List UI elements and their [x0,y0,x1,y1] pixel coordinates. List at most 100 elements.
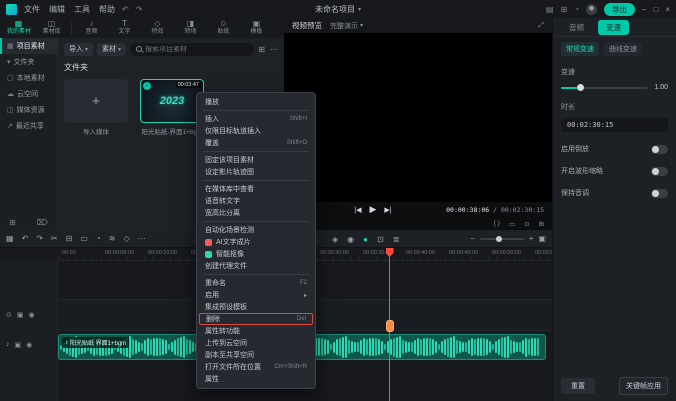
undo-icon[interactable]: ↶ [122,5,129,14]
previous-frame-button[interactable]: |◀ [354,206,361,214]
context-menu-item-AI文字成片[interactable]: AI文字成片 [197,236,315,248]
context-menu-item-播放[interactable]: 播放 [197,96,315,108]
trash-icon[interactable]: ⊟ [66,234,73,243]
grid-view-icon[interactable]: ⊞ [258,45,265,54]
import-tile-box[interactable]: + [64,79,128,123]
app-logo-icon[interactable] [6,3,17,15]
sidebar-item-项目素材[interactable]: ▦ 项目素材 [0,38,57,54]
speed-subtab-常规变速[interactable]: 常规变速 [561,42,599,56]
sidebar-item-最近共享[interactable]: ↗ 最近共享 [0,118,57,134]
play-button[interactable]: ▶ [369,204,376,215]
snapshot-icon[interactable]: ⊙ [524,220,529,228]
mute-icon[interactable]: ◉ [29,311,35,319]
redo-icon[interactable]: ↷ [36,234,43,243]
context-menu-item-自动化场景检测[interactable]: 自动化场景检测 [197,224,315,236]
lock-icon[interactable]: ▣ [15,341,22,349]
crop-preview-icon[interactable]: ▭ [509,220,515,228]
nav-tab-文字[interactable]: T 文字 [108,20,141,36]
context-menu-item-打开文件所在位置[interactable]: 打开文件所在位置 Ctrl+Shift+R [197,361,315,373]
delete-folder-icon[interactable]: ⌦ [37,218,48,227]
next-frame-button[interactable]: ▶| [384,206,391,214]
context-menu-item-仅限目标轨道插入[interactable]: 仅限目标轨道插入 [197,125,315,137]
preview-expand-icon[interactable]: ⤢ [538,22,544,30]
more-options-icon[interactable]: ⋯ [270,45,278,54]
preview-screen[interactable] [284,33,552,202]
minimize-button[interactable]: – [642,5,646,14]
mark-in-out-icon[interactable]: { } [494,220,500,227]
context-menu-item-重命名[interactable]: 重命名 F2 [197,277,315,289]
speed-subtab-曲线变速[interactable]: 曲线变速 [604,42,642,56]
import-media-tile[interactable]: + 导入媒体 [64,79,128,136]
fit-timeline-icon[interactable]: ▣ [538,234,546,243]
media-panel-icon[interactable]: ▦ [6,234,14,243]
speed-slider[interactable] [561,83,649,91]
project-title-dropdown[interactable]: 未命名项目 ▾ [315,4,361,15]
scissors-icon[interactable]: ✂ [51,234,58,243]
mixer-icon[interactable]: ≣ [393,235,400,244]
menu-item[interactable]: 帮助 [99,4,115,15]
nav-tab-我的素材[interactable]: ▦ 我的素材 [2,20,35,36]
search-input[interactable] [145,45,249,53]
context-menu-item-上传到云空间[interactable]: 上传到云空间 [197,337,315,349]
ripple-delete-icon[interactable]: ≋ [109,234,116,243]
plugin-icon[interactable]: ⊞ [560,5,567,14]
notification-icon[interactable]: ◔ [574,5,579,14]
context-menu-item-属性[interactable]: 属性 [197,373,315,385]
nav-tab-模板[interactable]: ▣ 模板 [240,20,273,36]
context-menu-item-设定影片轨迹图[interactable]: 设定影片轨迹图 [197,166,315,178]
sidebar-item-媒体资源[interactable]: ◫ 媒体资源 [0,102,57,118]
sidebar-item-文件夹[interactable]: ▾ 文件夹 [0,54,57,70]
zoom-slider[interactable] [479,235,524,242]
mute-icon[interactable]: ◉ [26,341,32,349]
audio-track-icon[interactable]: ♪ [6,341,10,349]
nav-tab-素材库[interactable]: ◫ 素材库 [35,20,68,36]
context-menu-item-删除[interactable]: 删除 Del [199,313,313,325]
context-menu-item-属性转功能[interactable]: 属性转功能 [197,325,315,337]
reset-button[interactable]: 重置 [561,378,595,394]
speed-icon[interactable]: ◔ [96,234,101,243]
fullscreen-icon[interactable]: ⊞ [539,220,544,228]
layout-icon[interactable]: ▤ [546,5,554,14]
redo-icon[interactable]: ↷ [136,5,143,14]
nav-tab-贴纸[interactable]: ☺ 贴纸 [207,20,240,36]
context-menu-item-启用[interactable]: 启用 ▸ [197,289,315,301]
menu-item[interactable]: 编辑 [49,4,65,15]
toggle-开启波形缩略[interactable] [651,166,668,176]
context-menu-item-覆盖[interactable]: 覆盖 Shift+O [197,137,315,149]
context-menu-item-宽高比分离[interactable]: 宽高比分离 [197,207,315,219]
close-button[interactable]: × [665,5,670,14]
context-menu-item-语音转文字[interactable]: 语音转文字 [197,195,315,207]
lock-icon[interactable]: ▣ [17,311,24,319]
context-menu-item-插入[interactable]: 插入 Shift+I [197,113,315,125]
context-menu-item-集成预设模板[interactable]: 集成预设模板 [197,301,315,313]
context-menu-item-副本至共享空间[interactable]: 副本至共享空间 [197,349,315,361]
context-menu-item-固定该项目素材[interactable]: 固定该项目素材 [197,154,315,166]
zoom-in-icon[interactable]: + [529,234,534,243]
keyframe-apply-button[interactable]: 关键帧应用 [619,377,668,395]
inspector-tab-音频[interactable]: 音频 [561,20,592,35]
render-preview-icon[interactable]: ● [363,235,368,244]
crop-icon[interactable]: ▭ [80,234,88,243]
export-button[interactable]: 导出 [604,2,636,16]
nav-tab-特效[interactable]: ◇ 特效 [141,20,174,36]
maximize-button[interactable]: □ [653,5,658,14]
menu-item[interactable]: 文件 [24,4,40,15]
more-tools-icon[interactable]: ⋯ [138,234,146,243]
menu-item[interactable]: 工具 [74,4,90,15]
avatar[interactable] [586,3,598,15]
snapshot-icon[interactable]: ⊡ [377,235,384,244]
import-button[interactable]: 导入 ▾ [64,42,94,56]
duration-value-field[interactable]: 00:02:30:15 [561,118,668,132]
slider-knob[interactable] [576,83,584,91]
marker-icon[interactable]: ◈ [332,235,338,244]
nav-tab-音频[interactable]: ♪ 音频 [75,20,108,36]
context-menu-item-智能抠像[interactable]: 智能抠像 [197,248,315,260]
media-clip-tile[interactable]: 2023 00:03:47 ✓ 阳光贴纸-界面1+bgm [140,79,204,136]
clip-thumbnail[interactable]: 2023 00:03:47 ✓ [140,79,204,123]
source-filter-button[interactable]: 素材 ▾ [97,42,127,56]
undo-icon[interactable]: ↶ [22,234,29,243]
context-menu-item-在媒体库中查看[interactable]: 在媒体库中查看 [197,183,315,195]
toggle-启用倒放[interactable] [651,144,668,154]
preview-mode-dropdown[interactable]: 完整演示 ▾ [330,21,363,31]
voiceover-icon[interactable]: ◉ [347,235,354,244]
